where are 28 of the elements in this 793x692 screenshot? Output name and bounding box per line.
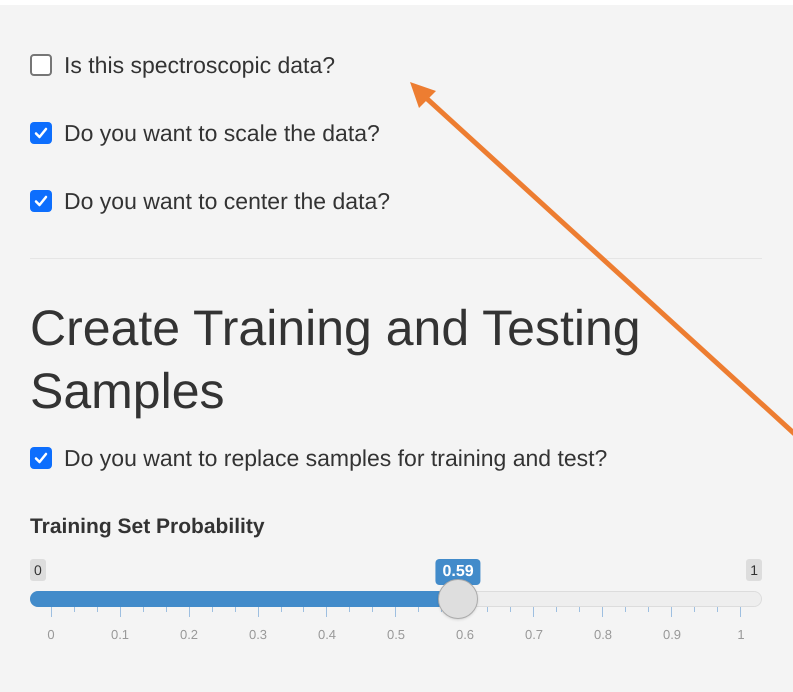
check-icon [34, 195, 48, 207]
tick-label: 0.4 [318, 626, 336, 644]
checkbox[interactable] [30, 447, 52, 469]
checkbox-label: Do you want to replace samples for training and test? [64, 444, 608, 473]
tick-label: 0.5 [386, 626, 406, 644]
tick-label: 0.8 [594, 626, 612, 644]
checkbox[interactable] [30, 54, 52, 76]
tick-label: 0.3 [248, 626, 268, 644]
checkbox-label: Do you want to scale the data? [64, 118, 380, 148]
tick-label: 0.1 [110, 626, 130, 644]
slider-label: Training Set Probability [30, 514, 266, 540]
slider-thumb[interactable] [438, 578, 478, 618]
value-bubble: 0.59 [436, 558, 481, 584]
checkbox[interactable] [30, 122, 52, 144]
check-icon [34, 452, 48, 464]
tick-label: 0.6 [456, 626, 474, 644]
tick-label: 0.9 [662, 626, 682, 644]
tick-label: 1 [737, 626, 745, 644]
tick-label: 0.7 [524, 626, 544, 644]
section-heading: Create Training and Testing Samples [30, 299, 642, 421]
min-value: 0 [30, 558, 46, 580]
tick-label: 0.2 [180, 626, 198, 644]
checkbox[interactable] [30, 190, 52, 212]
tick-label: 0 [47, 626, 55, 644]
max-value: 1 [746, 558, 762, 580]
checkbox-label: Do you want to center the data? [64, 186, 390, 216]
checkbox-label: Is this spectroscopic data? [64, 50, 336, 80]
check-icon [34, 127, 48, 139]
